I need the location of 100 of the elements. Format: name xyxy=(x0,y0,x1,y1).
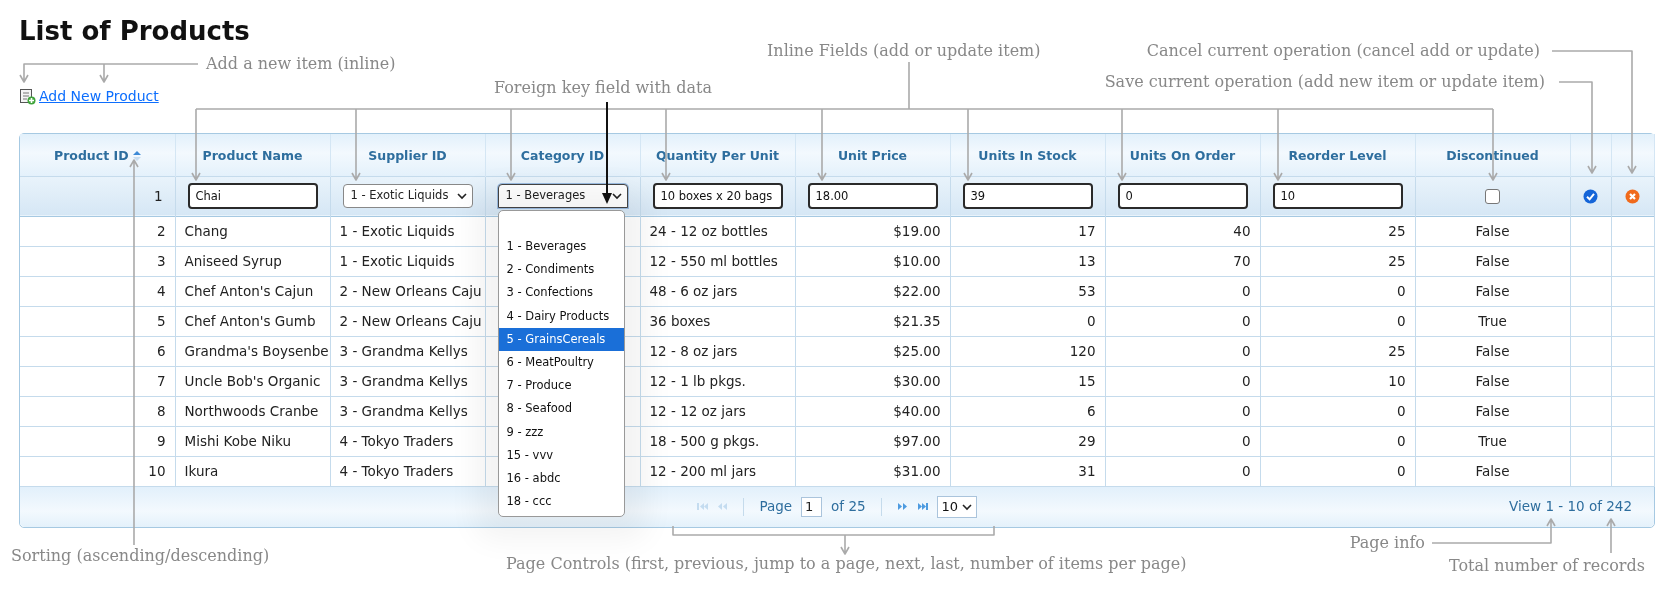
table-cell: True xyxy=(1415,426,1570,456)
table-cell: False xyxy=(1415,396,1570,426)
table-cell: 12 - 8 oz jars xyxy=(640,336,795,366)
column-header: Discontinued xyxy=(1446,146,1539,165)
table-cell: $10.00 xyxy=(795,246,950,276)
table-cell: 8 xyxy=(20,396,175,426)
column-header: Supplier ID xyxy=(368,146,447,165)
table-cell: 12 - 12 oz jars xyxy=(640,396,795,426)
table-cell: 0 xyxy=(1105,336,1260,366)
table-cell: 9 xyxy=(20,426,175,456)
dropdown-option[interactable]: 1 - Beverages xyxy=(498,235,624,259)
last-page-icon[interactable] xyxy=(916,502,928,511)
table-cell: 0 xyxy=(1105,366,1260,396)
table-cell: 1 - Exotic Liquids xyxy=(330,216,485,246)
table-cell: 6 xyxy=(20,336,175,366)
table-cell: $40.00 xyxy=(795,396,950,426)
table-cell: $21.35 xyxy=(795,306,950,336)
table-cell: 31 xyxy=(950,456,1105,486)
save-icon[interactable] xyxy=(1583,189,1598,204)
table-cell: 2 - New Orleans Caju xyxy=(330,306,485,336)
annotation: Add a new item (inline) xyxy=(206,54,396,74)
table-cell: True xyxy=(1415,306,1570,336)
dropdown-option[interactable]: 15 - vvv xyxy=(498,443,624,467)
table-cell: 36 boxes xyxy=(640,306,795,336)
dropdown-field[interactable]: 1 - Exotic Liquids xyxy=(342,184,473,208)
annotation: Page Controls (first, previous, jump to a page, next, last, number of items per page) xyxy=(506,554,1187,574)
caret-icon xyxy=(961,502,972,511)
table-cell: 3 - Grandma Kellys xyxy=(330,366,485,396)
dropdown-option[interactable]: 6 - MeatPoultry xyxy=(498,350,624,375)
table-cell: False xyxy=(1415,366,1570,396)
table-cell: 5 xyxy=(20,306,175,336)
table-cell: 0 xyxy=(1260,456,1415,486)
annotation: Total number of records xyxy=(1449,556,1645,576)
table-cell: 4 - Tokyo Traders xyxy=(330,456,485,486)
dropdown-field[interactable]: 1 - Beverages xyxy=(497,184,628,208)
table-cell: 0 xyxy=(1260,276,1415,306)
cancel-icon[interactable] xyxy=(1625,189,1640,204)
caret-icon xyxy=(456,192,467,200)
page-count: of 25 xyxy=(831,497,866,517)
table-cell: 18 - 500 g pkgs. xyxy=(640,426,795,456)
annotation: Page info xyxy=(1349,533,1425,553)
table-cell: Mishi Kobe Niku xyxy=(175,426,330,456)
leader-line xyxy=(1606,518,1616,554)
page-info: View 1 - 10 of 242 xyxy=(1509,497,1633,517)
table-cell: 0 xyxy=(1105,426,1260,456)
table-cell: 1 xyxy=(20,176,175,216)
table-cell: Ikura xyxy=(175,456,330,486)
dropdown-option[interactable]: 16 - abdc xyxy=(498,466,624,491)
table-cell: 120 xyxy=(950,336,1105,366)
table-cell: 13 xyxy=(950,246,1105,276)
dropdown-option[interactable]: 5 - GrainsCereals xyxy=(498,327,624,351)
table-cell: 7 xyxy=(20,366,175,396)
table-cell: 25 xyxy=(1260,246,1415,276)
table-cell: 12 - 550 ml bottles xyxy=(640,246,795,276)
add-document-icon[interactable] xyxy=(19,87,36,105)
table-cell: False xyxy=(1415,336,1570,366)
table-cell: 15 xyxy=(950,366,1105,396)
page-size-select[interactable]: 10 xyxy=(936,495,977,518)
annotation: Sorting (ascending/descending) xyxy=(11,546,270,566)
table-cell: $30.00 xyxy=(795,366,950,396)
column-header: Reorder Level xyxy=(1288,146,1387,165)
table-cell: 12 - 1 lb pkgs. xyxy=(640,366,795,396)
table-cell: 0 xyxy=(950,306,1105,336)
text-field[interactable]: 10 xyxy=(1272,183,1403,209)
table-cell: Aniseed Syrup xyxy=(175,246,330,276)
dropdown-option[interactable]: 2 - Condiments xyxy=(498,258,624,282)
annotation: Save current operation (add new item or update item) xyxy=(1104,72,1545,92)
table-cell: 0 xyxy=(1105,306,1260,336)
annotation: Inline Fields (add or update item) xyxy=(767,41,1041,61)
dropdown-option[interactable]: 9 - zzz xyxy=(498,420,624,444)
table-cell: $19.00 xyxy=(795,216,950,246)
table-cell: Grandma's Boysenbe xyxy=(175,336,330,366)
text-field[interactable]: Chai xyxy=(187,183,318,209)
table-cell: 3 - Grandma Kellys xyxy=(330,396,485,426)
text-field[interactable]: 0 xyxy=(1117,183,1248,209)
table-cell: 0 xyxy=(1260,426,1415,456)
checkbox[interactable] xyxy=(1485,188,1500,204)
table-cell: 2 - New Orleans Caju xyxy=(330,276,485,306)
dropdown-option[interactable]: 18 - ccc xyxy=(498,490,624,514)
table-cell: 40 xyxy=(1105,216,1260,246)
table-cell: 17 xyxy=(950,216,1105,246)
table-cell: 0 xyxy=(1105,456,1260,486)
table-cell: False xyxy=(1415,456,1570,486)
text-field[interactable]: 10 boxes x 20 bags xyxy=(652,183,783,209)
column-header: Quantity Per Unit xyxy=(655,146,780,165)
sort-icon[interactable] xyxy=(132,150,141,163)
table-cell: 1 - Exotic Liquids xyxy=(330,246,485,276)
page-number-field[interactable]: 1 xyxy=(801,496,823,517)
table-cell: 0 xyxy=(1105,276,1260,306)
add-new-product-link[interactable]: Add New Product xyxy=(39,85,159,107)
table-cell: 0 xyxy=(1260,306,1415,336)
next-page-icon[interactable] xyxy=(896,502,908,511)
text-field[interactable]: 39 xyxy=(962,183,1093,209)
caret-icon xyxy=(611,192,622,200)
table-cell: 25 xyxy=(1260,336,1415,366)
page-label: Page xyxy=(759,497,793,517)
table-cell: False xyxy=(1415,276,1570,306)
table-cell: 70 xyxy=(1105,246,1260,276)
text-field[interactable]: 18.00 xyxy=(807,183,938,209)
table-cell: 48 - 6 oz jars xyxy=(640,276,795,306)
